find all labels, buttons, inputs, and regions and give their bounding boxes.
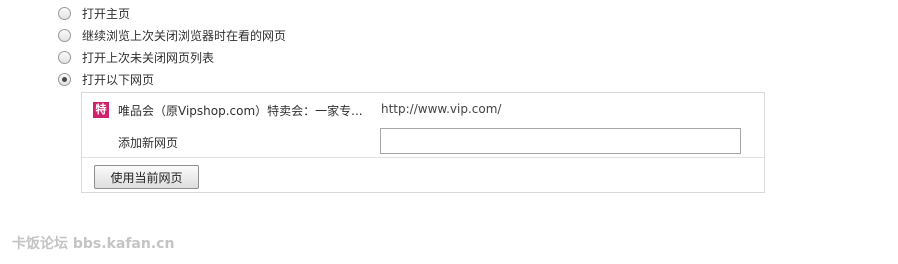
startup-settings: 打开主页 继续浏览上次关闭浏览器时在看的网页 打开上次未关闭网页列表 打开以下网… [0,0,898,264]
startup-option-specific-pages[interactable]: 打开以下网页 [58,70,154,88]
panel-divider [82,157,764,158]
add-page-row: 添加新网页 [82,125,764,157]
startup-option-homepage[interactable]: 打开主页 [58,4,130,22]
radio-homepage[interactable] [58,6,71,20]
add-page-label: 添加新网页 [118,136,179,150]
radio-continue[interactable] [58,28,71,42]
startup-page-url: http://www.vip.com/ [381,102,502,116]
radio-label-continue: 继续浏览上次关闭浏览器时在看的网页 [82,28,287,43]
startup-option-continue[interactable]: 继续浏览上次关闭浏览器时在看的网页 [58,26,286,44]
forum-watermark: 卡饭论坛 bbs.kafan.cn [12,236,175,252]
startup-page-entry[interactable]: 特 唯品会（原Vipshop.com）特卖会：一家专... http://www… [82,93,764,125]
radio-unclosed-list[interactable] [58,50,71,64]
startup-option-unclosed-list[interactable]: 打开上次未关闭网页列表 [58,48,214,66]
startup-page-title: 唯品会（原Vipshop.com）特卖会：一家专... [118,104,363,118]
radio-label-homepage: 打开主页 [82,6,131,21]
use-current-pages-button[interactable]: 使用当前网页 [94,165,199,189]
radio-label-specific-pages: 打开以下网页 [82,72,155,87]
add-page-input[interactable] [380,128,741,154]
vip-favicon-icon: 特 [93,102,109,118]
startup-pages-panel: 特 唯品会（原Vipshop.com）特卖会：一家专... http://www… [81,92,765,193]
radio-specific-pages[interactable] [58,72,71,86]
radio-label-unclosed-list: 打开上次未关闭网页列表 [82,50,215,65]
